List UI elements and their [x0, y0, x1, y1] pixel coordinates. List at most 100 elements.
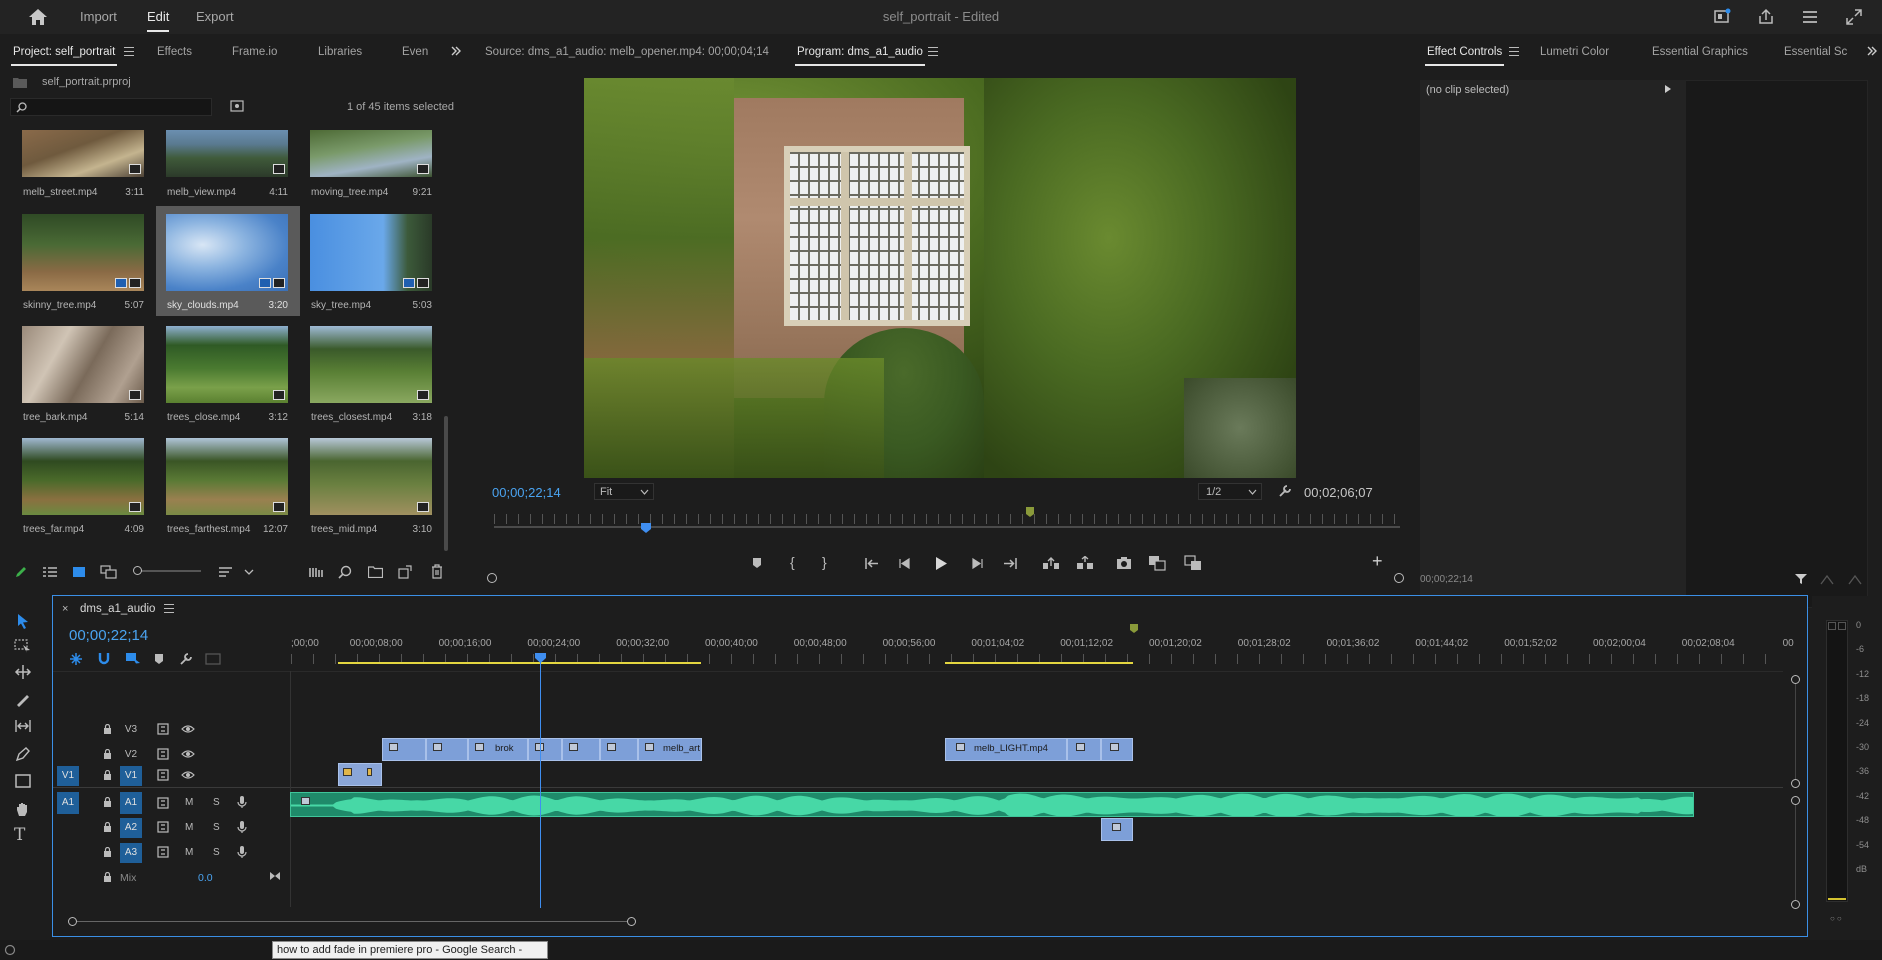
new-item-icon[interactable] [398, 565, 412, 579]
lock-icon[interactable] [103, 770, 112, 780]
clip-thumbnail[interactable] [166, 438, 288, 515]
play-arrow-icon[interactable] [1664, 84, 1672, 94]
track-target-a2[interactable]: A2 [120, 818, 142, 838]
vertical-scroll-handle[interactable] [1791, 675, 1800, 684]
camera-icon[interactable] [1116, 556, 1132, 570]
source-patch-a1[interactable]: A1 [57, 792, 79, 814]
track-target-v1[interactable]: V1 [120, 766, 142, 786]
project-menu-icon[interactable] [124, 47, 134, 56]
sync-lock-icon[interactable] [157, 748, 169, 760]
video-clip[interactable] [426, 738, 468, 761]
sync-lock-icon[interactable] [157, 723, 169, 735]
rectangle-tool-icon[interactable] [14, 773, 32, 789]
lift-icon[interactable] [1042, 556, 1060, 570]
timeline-playhead[interactable] [540, 658, 541, 908]
automate-to-sequence-icon[interactable] [308, 565, 324, 579]
go-to-in-icon[interactable] [864, 557, 880, 570]
close-sequence-icon[interactable]: × [62, 603, 68, 615]
pen-tool-icon[interactable] [14, 746, 32, 762]
audio-clip-a2[interactable] [1101, 818, 1133, 841]
icon-view-icon[interactable] [72, 565, 86, 579]
vertical-scroll-handle[interactable] [1791, 900, 1800, 909]
audio-clip-a1[interactable] [290, 792, 1694, 817]
nav-edit[interactable]: Edit [147, 9, 170, 32]
marker-flag-icon[interactable] [1129, 623, 1139, 635]
ripple-edit-tool-icon[interactable] [14, 664, 32, 680]
extract-icon[interactable] [1076, 556, 1094, 570]
add-marker-icon[interactable] [751, 556, 763, 570]
video-clip-v1[interactable] [338, 763, 382, 786]
go-to-out-icon[interactable] [1002, 557, 1018, 570]
vertical-scroll-handle[interactable] [1791, 779, 1800, 788]
hand-tool-icon[interactable] [14, 800, 32, 818]
list-view-icon[interactable] [42, 565, 58, 579]
new-bin-icon[interactable] [368, 565, 383, 578]
track-target-a3[interactable]: A3 [120, 843, 142, 863]
timeline-timecode[interactable]: 00;00;22;14 [69, 627, 148, 644]
trash-icon[interactable] [430, 564, 444, 579]
selection-tool-icon[interactable] [14, 612, 32, 630]
lock-icon[interactable] [103, 749, 112, 759]
in-handle[interactable] [487, 573, 497, 583]
nest-icon[interactable] [68, 652, 84, 666]
project-scrollbar[interactable] [444, 416, 448, 551]
mute-button-a3[interactable]: M [185, 847, 193, 858]
tab-essential-graphics[interactable]: Essential Graphics [1652, 46, 1748, 58]
track-select-tool-icon[interactable] [14, 638, 32, 654]
tab-source-monitor[interactable]: Source: dms_a1_audio: melb_opener.mp4: 0… [485, 46, 769, 58]
wrench-icon[interactable] [1278, 484, 1292, 498]
go-to-end-icon[interactable] [269, 871, 281, 881]
tab-program-monitor[interactable]: Program: dms_a1_audio [795, 46, 925, 66]
program-scrub-bar[interactable] [494, 526, 1400, 528]
share-icon[interactable] [1756, 7, 1776, 27]
track-target-a1[interactable]: A1 [120, 792, 142, 814]
out-handle[interactable] [1394, 573, 1404, 583]
mute-button-a1[interactable]: M [185, 797, 193, 808]
eye-icon[interactable] [181, 724, 195, 734]
clip-thumbnail[interactable] [310, 326, 432, 403]
program-playhead-timecode[interactable]: 00;00;22;14 [492, 485, 561, 500]
program-video-frame[interactable] [584, 78, 1296, 478]
timeline-ruler[interactable] [291, 596, 1786, 666]
track-target-v3[interactable]: V3 [120, 720, 142, 740]
zoom-slider-handle[interactable] [133, 566, 142, 575]
solo-button-a1[interactable]: S [213, 797, 220, 808]
type-tool-icon[interactable]: T [14, 825, 25, 845]
clip-thumbnail[interactable] [166, 130, 288, 177]
tab-libraries[interactable]: Libraries [318, 46, 362, 58]
eye-icon[interactable] [181, 749, 195, 759]
tab-sequence[interactable]: dms_a1_audio [80, 603, 155, 615]
microphone-icon[interactable] [237, 820, 247, 834]
video-clip[interactable] [600, 738, 638, 761]
clip-thumbnail[interactable] [22, 214, 144, 291]
add-marker-icon[interactable] [153, 652, 165, 666]
snap-icon[interactable] [97, 652, 111, 666]
microphone-icon[interactable] [237, 795, 247, 809]
quick-export-icon[interactable] [1712, 7, 1732, 27]
slip-tool-icon[interactable] [14, 718, 32, 734]
zoom-level-select[interactable]: Fit [594, 483, 654, 500]
home-icon[interactable] [28, 8, 48, 26]
eye-icon[interactable] [181, 770, 195, 780]
playhead-handle-icon[interactable] [534, 652, 547, 664]
meter-solo-buttons[interactable]: ○○ [1830, 914, 1844, 923]
lock-icon[interactable] [103, 847, 112, 857]
sync-lock-icon[interactable] [157, 846, 169, 858]
microphone-icon[interactable] [237, 845, 247, 859]
clip-thumbnail[interactable] [310, 438, 432, 515]
freeform-view-icon[interactable] [100, 565, 118, 579]
vertical-scroll-handle[interactable] [1791, 796, 1800, 805]
lock-icon[interactable] [103, 872, 112, 882]
video-clip[interactable] [382, 738, 426, 761]
creative-cloud-icon[interactable] [4, 944, 16, 956]
program-menu-icon[interactable] [928, 47, 938, 56]
clip-thumbnail[interactable] [310, 130, 432, 177]
new-bin-from-search-icon[interactable] [230, 100, 244, 112]
tab-lumetri-color[interactable]: Lumetri Color [1540, 46, 1609, 58]
lock-icon[interactable] [103, 797, 112, 807]
zoom-slider[interactable] [137, 570, 201, 572]
filter-icon[interactable] [1794, 573, 1808, 585]
toggle-proxies-icon[interactable] [1184, 555, 1202, 571]
tab-events[interactable]: Even [402, 46, 428, 58]
tab-frameio[interactable]: Frame.io [232, 46, 277, 58]
